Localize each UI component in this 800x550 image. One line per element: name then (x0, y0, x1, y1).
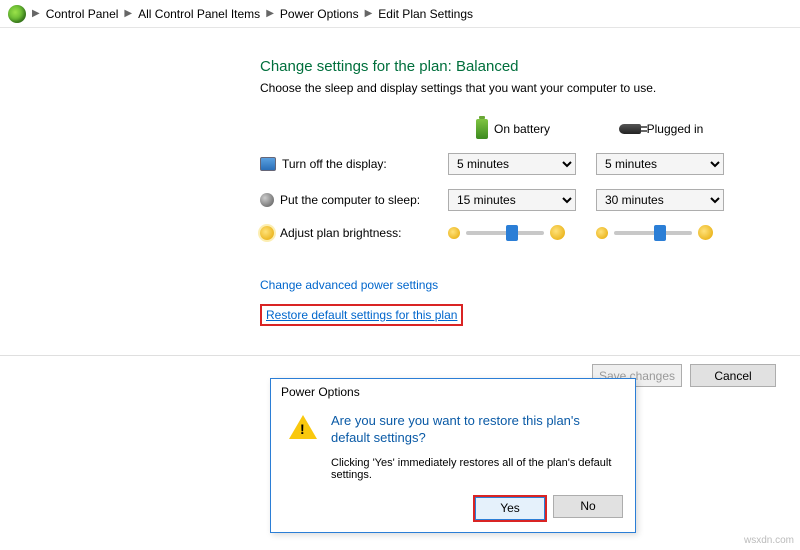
page-title: Change settings for the plan: Balanced (260, 58, 780, 75)
settings-grid: On battery Plugged in Turn off the displ… (260, 119, 780, 240)
chevron-right-icon: ▶ (32, 8, 40, 19)
breadcrumb-item[interactable]: Control Panel (46, 7, 119, 21)
plug-icon (619, 124, 641, 134)
chevron-right-icon: ▶ (266, 8, 274, 19)
highlight-yes-button: Yes (473, 495, 547, 522)
sun-max-icon (698, 225, 713, 240)
column-header-plugged-in: Plugged in (596, 122, 726, 136)
power-options-icon (8, 5, 26, 23)
restore-defaults-link[interactable]: Restore default settings for this plan (266, 308, 457, 322)
breadcrumb: ▶ Control Panel ▶ All Control Panel Item… (0, 0, 800, 28)
sun-icon (260, 226, 274, 240)
sun-max-icon (550, 225, 565, 240)
dialog-title: Power Options (271, 379, 635, 405)
main-content: Change settings for the plan: Balanced C… (0, 28, 780, 326)
chevron-right-icon: ▶ (124, 8, 132, 19)
warning-icon (289, 415, 317, 439)
sun-min-icon (448, 227, 460, 239)
row-label-display: Turn off the display: (282, 157, 387, 171)
yes-button[interactable]: Yes (475, 497, 545, 520)
column-label: Plugged in (647, 122, 704, 136)
brightness-plugged-slider[interactable] (614, 231, 692, 235)
watermark: wsxdn.com (744, 535, 794, 546)
confirm-dialog: Power Options Are you sure you want to r… (270, 378, 636, 533)
dialog-question: Are you sure you want to restore this pl… (331, 413, 617, 447)
no-button[interactable]: No (553, 495, 623, 518)
links-area: Change advanced power settings Restore d… (260, 278, 780, 326)
breadcrumb-item[interactable]: Power Options (280, 7, 359, 21)
dialog-explanation: Clicking 'Yes' immediately restores all … (331, 457, 617, 481)
sun-min-icon (596, 227, 608, 239)
display-timeout-plugged-select[interactable]: 5 minutes (596, 153, 724, 175)
row-label-brightness: Adjust plan brightness: (280, 226, 401, 240)
display-timeout-battery-select[interactable]: 5 minutes (448, 153, 576, 175)
moon-icon (260, 193, 274, 207)
sleep-timeout-battery-select[interactable]: 15 minutes (448, 189, 576, 211)
breadcrumb-item[interactable]: All Control Panel Items (138, 7, 260, 21)
brightness-battery-slider[interactable] (466, 231, 544, 235)
change-advanced-link[interactable]: Change advanced power settings (260, 278, 438, 292)
slider-thumb[interactable] (654, 225, 666, 241)
breadcrumb-item[interactable]: Edit Plan Settings (378, 7, 473, 21)
cancel-button[interactable]: Cancel (690, 364, 776, 387)
column-header-battery: On battery (448, 119, 578, 139)
column-label: On battery (494, 122, 550, 136)
monitor-icon (260, 157, 276, 171)
row-label-sleep: Put the computer to sleep: (280, 193, 420, 207)
chevron-right-icon: ▶ (365, 8, 373, 19)
sleep-timeout-plugged-select[interactable]: 30 minutes (596, 189, 724, 211)
battery-icon (476, 119, 488, 139)
highlight-restore-link: Restore default settings for this plan (260, 304, 463, 326)
page-subtitle: Choose the sleep and display settings th… (260, 81, 780, 95)
slider-thumb[interactable] (506, 225, 518, 241)
